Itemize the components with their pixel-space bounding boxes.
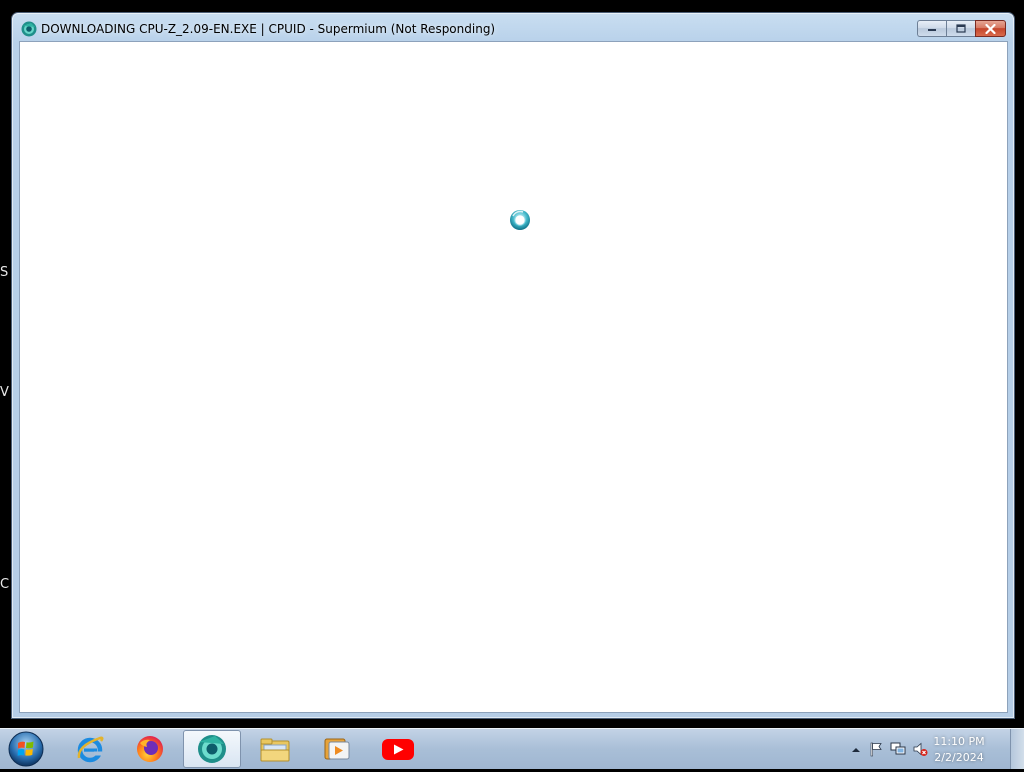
close-icon — [985, 23, 996, 34]
minimize-icon — [928, 28, 936, 31]
desktop-icon-label-glimpse: C — [0, 578, 10, 592]
taskbar-firefox[interactable] — [121, 730, 179, 768]
taskbar-youtube[interactable] — [369, 730, 427, 768]
firefox-icon — [137, 736, 163, 762]
windows-start-orb-icon — [8, 731, 44, 767]
start-button[interactable] — [4, 730, 48, 768]
taskbar: 11:10 PM 2/2/2024 — [0, 728, 1024, 769]
taskbar-media-player[interactable] — [307, 730, 365, 768]
youtube-icon — [382, 739, 414, 760]
page-content-area[interactable] — [19, 41, 1008, 713]
internet-explorer-icon — [77, 736, 104, 763]
maximize-icon — [956, 24, 966, 33]
taskbar-file-explorer[interactable] — [246, 730, 304, 768]
window-titlebar[interactable]: DOWNLOADING CPU-Z_2.09-EN.EXE | CPUID - … — [12, 13, 1014, 41]
supermium-browser-icon — [198, 735, 226, 763]
show-desktop-button[interactable] — [1010, 729, 1024, 769]
window-caption-buttons — [917, 20, 1006, 39]
show-hidden-icons-arrow-icon[interactable] — [848, 742, 864, 758]
clock-time: 11:10 PM — [933, 735, 985, 748]
desktop-icon-label-glimpse: V — [0, 386, 9, 400]
minimize-button[interactable] — [917, 20, 946, 37]
supermium-browser-icon — [21, 21, 37, 37]
maximize-button[interactable] — [946, 20, 975, 37]
busy-spinner-icon — [510, 210, 530, 230]
window-title: DOWNLOADING CPU-Z_2.09-EN.EXE | CPUID - … — [41, 22, 496, 36]
clock-date: 2/2/2024 — [934, 751, 984, 764]
browser-window: DOWNLOADING CPU-Z_2.09-EN.EXE | CPUID - … — [11, 12, 1015, 719]
taskbar-internet-explorer[interactable] — [61, 730, 119, 768]
folder-icon — [260, 738, 290, 762]
taskbar-supermium[interactable] — [183, 730, 241, 768]
media-player-icon — [324, 738, 350, 760]
network-icon[interactable] — [890, 741, 906, 757]
action-center-flag-icon[interactable] — [868, 741, 884, 757]
system-tray: 11:10 PM 2/2/2024 — [834, 729, 1024, 769]
desktop-icon-label-glimpse: S — [0, 266, 9, 280]
volume-muted-icon[interactable] — [912, 741, 928, 757]
close-button[interactable] — [975, 20, 1006, 37]
taskbar-clock[interactable]: 11:10 PM 2/2/2024 — [928, 734, 990, 766]
